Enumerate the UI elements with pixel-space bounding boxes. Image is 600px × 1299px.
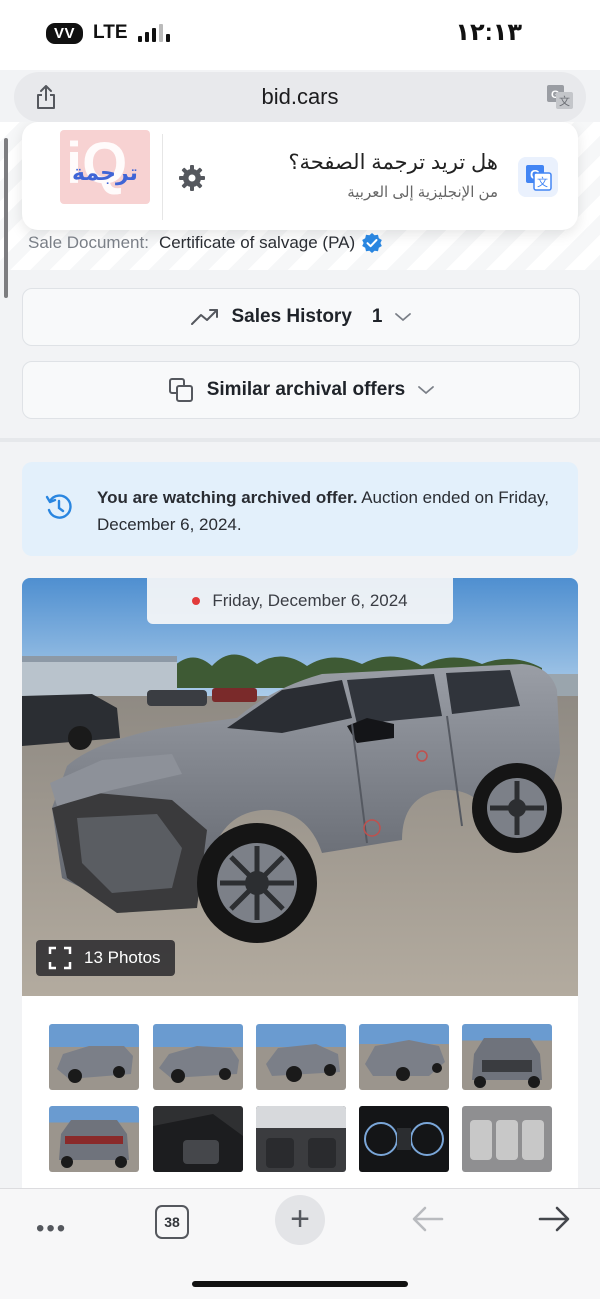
address-bar[interactable]: bid.cars G 文: [14, 72, 586, 122]
translate-question[interactable]: هل تريد ترجمة الصفحة؟: [288, 150, 498, 175]
arrow-left-icon[interactable]: [410, 1201, 446, 1237]
status-bar: VV LTE ١٢:١٣: [0, 0, 600, 70]
photo-count-button[interactable]: 13 Photos: [36, 940, 175, 976]
web-page: iQ ترجمة هل تريد ترجمة الصفحة؟ من الإنجل…: [0, 122, 600, 1188]
chevron-down-icon: [395, 313, 412, 322]
thumbnail-strip: [22, 996, 578, 1188]
arrow-right-icon[interactable]: [536, 1201, 572, 1237]
thumbnail[interactable]: [49, 1106, 139, 1172]
url-text[interactable]: bid.cars: [14, 84, 586, 110]
similar-offers-button[interactable]: Similar archival offers: [22, 361, 580, 419]
thumbnail[interactable]: [153, 1106, 243, 1172]
sales-history-count: 1: [371, 306, 383, 327]
thumbnail[interactable]: [256, 1106, 346, 1172]
verified-badge-icon: [362, 233, 382, 253]
clock: ١٢:١٣: [455, 19, 522, 46]
thumbnail[interactable]: [359, 1024, 449, 1090]
archived-offer-notice: You are watching archived offer. Auction…: [22, 462, 578, 556]
vehicle-photo[interactable]: [22, 578, 578, 996]
google-translate-icon[interactable]: G 文: [518, 157, 558, 197]
copy-icon: [168, 378, 193, 402]
scroll-indicator[interactable]: [4, 138, 8, 298]
home-indicator[interactable]: [192, 1281, 408, 1287]
sale-document-row: Sale Document: Certificate of salvage (P…: [28, 232, 383, 254]
trend-up-icon: [190, 309, 218, 325]
translator-logo[interactable]: iQ ترجمة: [60, 130, 150, 204]
sales-history-label: Sales History: [231, 306, 352, 327]
fullscreen-icon: [48, 946, 72, 970]
network-type: LTE: [93, 22, 128, 43]
svg-text:文: 文: [559, 94, 570, 108]
carrier-label: VV: [46, 22, 84, 44]
signal-bars-icon: [137, 24, 170, 42]
sale-document-value: Certificate of salvage (PA): [158, 233, 356, 252]
notice-text: You are watching archived offer. Auction…: [97, 488, 549, 534]
thumbnail[interactable]: [359, 1106, 449, 1172]
photo-count-label: 13 Photos: [84, 948, 161, 967]
translate-language-pair: من الإنجليزية إلى العربية: [347, 184, 498, 201]
sales-history-button[interactable]: Sales History 1: [22, 288, 580, 346]
svg-text:文: 文: [537, 175, 548, 189]
auction-date: Friday, December 6, 2024: [212, 591, 408, 610]
translate-icon[interactable]: G 文: [546, 84, 574, 110]
thumbnail[interactable]: [256, 1024, 346, 1090]
tabs-button[interactable]: 38: [155, 1205, 189, 1239]
translate-prompt: iQ ترجمة هل تريد ترجمة الصفحة؟ من الإنجل…: [22, 122, 578, 230]
similar-offers-label: Similar archival offers: [206, 379, 406, 400]
browser-toolbar: ••• 38 +: [0, 1188, 600, 1299]
thumbnail[interactable]: [462, 1106, 552, 1172]
more-menu-button[interactable]: •••: [36, 1215, 67, 1243]
main-photo[interactable]: Friday, December 6, 2024 13 Photos: [22, 578, 578, 996]
auction-date-chip: Friday, December 6, 2024: [147, 578, 453, 624]
new-tab-button[interactable]: +: [275, 1195, 325, 1245]
sale-document-label: Sale Document:: [28, 233, 149, 252]
thumbnail[interactable]: [462, 1024, 552, 1090]
gear-icon[interactable]: [178, 164, 206, 192]
status-dot: [192, 597, 201, 605]
thumbnail[interactable]: [49, 1024, 139, 1090]
thumbnail[interactable]: [153, 1024, 243, 1090]
history-icon: [45, 494, 72, 519]
chevron-down-icon: [418, 386, 435, 395]
